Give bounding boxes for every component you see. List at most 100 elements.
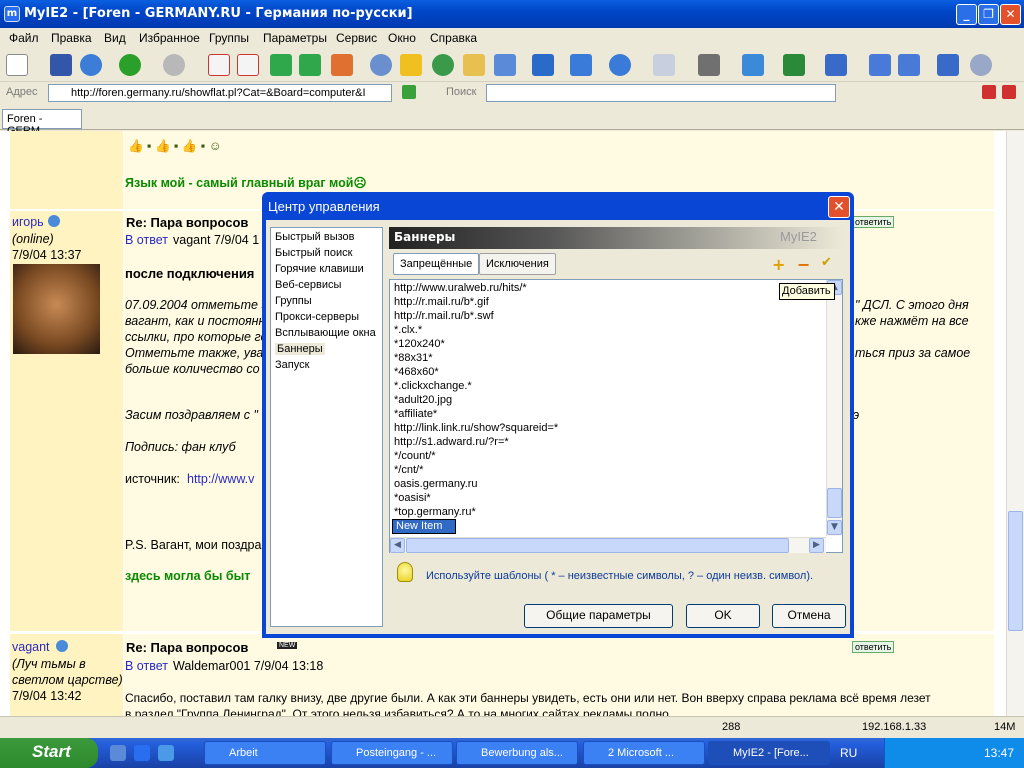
save-icon[interactable] [50,54,72,76]
notes-icon[interactable] [494,54,516,76]
address-input[interactable]: http://foren.germany.ru/showflat.pl?Cat=… [48,84,392,102]
nav-proxy[interactable]: Прокси-серверы [275,311,359,323]
list-item[interactable]: *oasisi* [394,492,431,504]
dialog-close-button[interactable]: ✕ [828,196,850,218]
nav-banners[interactable]: Баннеры [275,343,325,355]
list-item[interactable]: *.clx.* [394,324,422,336]
list-item[interactable]: *affiliate* [394,408,437,420]
menu-edit[interactable]: Правка [51,31,92,45]
menu-groups[interactable]: Группы [209,31,249,45]
nav-groups[interactable]: Группы [275,295,312,307]
menu-help[interactable]: Справка [430,31,477,45]
refresh-icon[interactable] [270,54,292,76]
nav-hotkeys[interactable]: Горячие клавиши [275,263,364,275]
list-hscroll-thumb[interactable] [406,538,789,553]
menu-file[interactable]: Файл [9,31,39,45]
nav-startup[interactable]: Запуск [275,359,309,371]
globe-save-icon[interactable] [80,54,102,76]
close-button[interactable]: ✕ [1000,4,1021,25]
menu-favorites[interactable]: Избранное [139,31,200,45]
list-item[interactable]: *468x60* [394,366,439,378]
add-icon[interactable]: + [772,255,785,274]
print-icon[interactable] [698,54,720,76]
tab-foren[interactable]: Foren - GERM... [2,109,82,137]
list-item[interactable]: *.clickxchange.* [394,380,472,392]
myie2-app-icon[interactable]: m [4,6,20,22]
task-posteingang[interactable]: Posteingang - ... [331,741,453,765]
nav-quick-search[interactable]: Быстрый поиск [275,247,352,259]
close-tab-icon[interactable] [982,85,996,99]
folder-icon[interactable] [463,54,485,76]
quicklaunch-myie2-icon[interactable] [134,745,150,761]
list-item[interactable]: http://r.mail.ru/b*.gif [394,296,489,308]
scroll-right-icon[interactable]: ▶ [809,538,824,553]
list-item[interactable]: http://link.link.ru/show?squareid=* [394,422,558,434]
stop-icon[interactable] [208,54,230,76]
menu-view[interactable]: Вид [104,31,126,45]
post-subject[interactable]: Re: Пара вопросов [126,640,248,655]
reply-button[interactable]: ответить [852,641,895,653]
tab-exceptions[interactable]: Исключения [479,253,556,275]
grid-icon[interactable] [898,54,920,76]
tab-forbidden[interactable]: Запрещённые [393,253,480,275]
task-myie2[interactable]: MyIE2 - [Fore... [708,741,830,765]
list-item[interactable]: http://s1.adward.ru/?r=* [394,436,509,448]
list-item[interactable]: *88x31* [394,352,433,364]
quicklaunch-ie-icon[interactable] [110,745,126,761]
list-item[interactable]: *adult20.jpg [394,394,452,406]
page-scrollbar[interactable] [1006,131,1024,716]
scroll-down-icon[interactable]: ▼ [827,520,842,535]
cancel-button[interactable]: Отмена [772,604,846,628]
reply-prefix[interactable]: В ответ [125,659,168,673]
post-author[interactable]: игорь [12,215,44,229]
mail-icon[interactable] [653,54,675,76]
language-indicator[interactable]: RU [840,746,857,760]
scroll-left-icon[interactable]: ◀ [390,538,405,553]
download-icon[interactable] [783,54,805,76]
go-icon[interactable] [402,85,416,99]
options-icon[interactable] [970,54,992,76]
reply-button[interactable]: ответить [852,216,895,228]
edit-icon[interactable] [937,54,959,76]
list-item[interactable]: */cnt/* [394,464,423,476]
banner-list[interactable]: http://www.uralweb.ru/hits/* http://r.ma… [389,279,843,553]
refresh-all-icon[interactable] [299,54,321,76]
new-item-editor[interactable]: New Item [392,519,456,534]
fullscreen-icon[interactable] [742,54,764,76]
list-item[interactable]: *120x240* [394,338,445,350]
forward-icon[interactable] [163,54,185,76]
ok-button[interactable]: OK [686,604,760,628]
tile-icon[interactable] [869,54,891,76]
back-icon[interactable] [119,54,141,76]
remove-icon[interactable]: − [797,255,810,274]
list-item[interactable]: *top.germany.ru* [394,506,476,518]
list-vertical-scrollbar[interactable]: ▲ ▼ [826,280,842,536]
list-scroll-thumb[interactable] [827,488,842,518]
menu-window[interactable]: Окно [388,31,416,45]
reply-prefix[interactable]: В ответ [125,233,168,247]
undo-close-icon[interactable] [825,54,847,76]
new-page-icon[interactable] [6,54,28,76]
nav-web-services[interactable]: Веб-сервисы [275,279,341,291]
source-link[interactable]: http://www.v [187,472,254,486]
nav-quick-call[interactable]: Быстрый вызов [275,231,355,243]
nav-popups[interactable]: Всплывающие окна [275,327,376,339]
start-button[interactable]: Start [0,738,98,768]
minimize-button[interactable]: _ [956,4,977,25]
close-all-icon[interactable] [1002,85,1016,99]
list-item[interactable]: http://www.uralweb.ru/hits/* [394,282,527,294]
home-icon[interactable] [331,54,353,76]
menu-tools[interactable]: Сервис [336,31,377,45]
web-globe-icon[interactable] [609,54,631,76]
task-word[interactable]: 2 Microsoft ... [583,741,705,765]
menu-options[interactable]: Параметры [263,31,327,45]
favorites-star-icon[interactable] [400,54,422,76]
list-item[interactable]: http://r.mail.ru/b*.swf [394,310,494,322]
maximize-button[interactable]: ❐ [978,4,999,25]
list-item[interactable]: oasis.germany.ru [394,478,478,490]
check-icon[interactable]: ✔ [821,255,832,270]
search-icon[interactable] [370,54,392,76]
stop-all-icon[interactable] [237,54,259,76]
list-item[interactable]: */count/* [394,450,436,462]
post-author[interactable]: vagant [12,640,50,654]
